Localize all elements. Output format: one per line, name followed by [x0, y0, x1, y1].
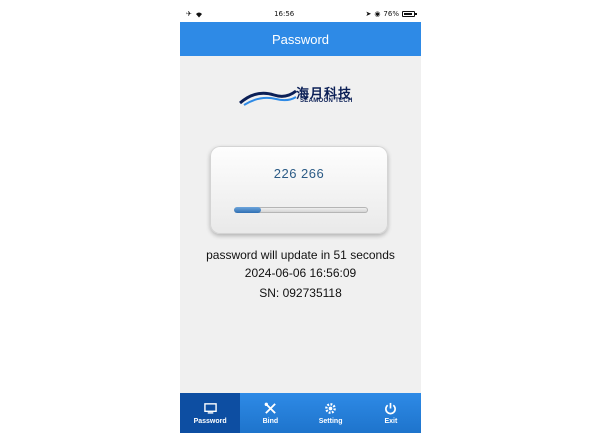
wifi-icon	[195, 12, 202, 17]
tab-exit[interactable]: Exit	[361, 393, 421, 433]
tab-bind-label: Bind	[262, 417, 279, 425]
tab-password-label: Password	[193, 417, 227, 425]
wave-logo-icon	[239, 89, 297, 106]
otp-code: 226 266	[273, 166, 325, 181]
tab-setting-label: Setting	[318, 417, 343, 425]
battery-percent: 76%	[383, 10, 399, 18]
monitor-icon	[203, 402, 217, 414]
location-icon: ➤	[365, 10, 372, 18]
power-icon	[385, 402, 397, 414]
airplane-icon: ✈	[186, 10, 192, 18]
alarm-icon: ◉	[374, 10, 381, 18]
tools-icon	[264, 402, 276, 414]
status-time: 16:56	[274, 10, 295, 18]
update-countdown-text: password will update in 51 seconds	[206, 248, 395, 262]
header: Password	[180, 22, 421, 56]
phone-screen: ✈ 16:56 ➤ ◉ 76% Password 海月科技 SEAMOON TE…	[180, 6, 421, 433]
battery-icon	[401, 11, 417, 17]
tab-bar: Password Bind Setting Exit	[180, 393, 421, 433]
tab-setting[interactable]: Setting	[301, 393, 361, 433]
seamoon-logo: 海月科技 SEAMOON TECH	[238, 81, 368, 111]
logo-english-text: SEAMOON TECH	[300, 98, 353, 104]
countdown-progress-bar	[234, 207, 368, 213]
gear-icon	[325, 402, 336, 414]
otp-card: 226 266	[210, 146, 388, 234]
page-title: Password	[271, 31, 330, 47]
status-right: ➤ ◉ 76%	[365, 10, 417, 18]
current-datetime: 2024-06-06 16:56:09	[244, 266, 357, 280]
tab-bind[interactable]: Bind	[240, 393, 300, 433]
tab-exit-label: Exit	[384, 417, 398, 425]
serial-number: SN: 092735118	[259, 286, 342, 300]
status-left: ✈	[186, 10, 203, 18]
countdown-progress-fill	[234, 207, 261, 213]
status-bar: ✈ 16:56 ➤ ◉ 76%	[180, 6, 421, 22]
tab-password[interactable]: Password	[180, 393, 241, 433]
